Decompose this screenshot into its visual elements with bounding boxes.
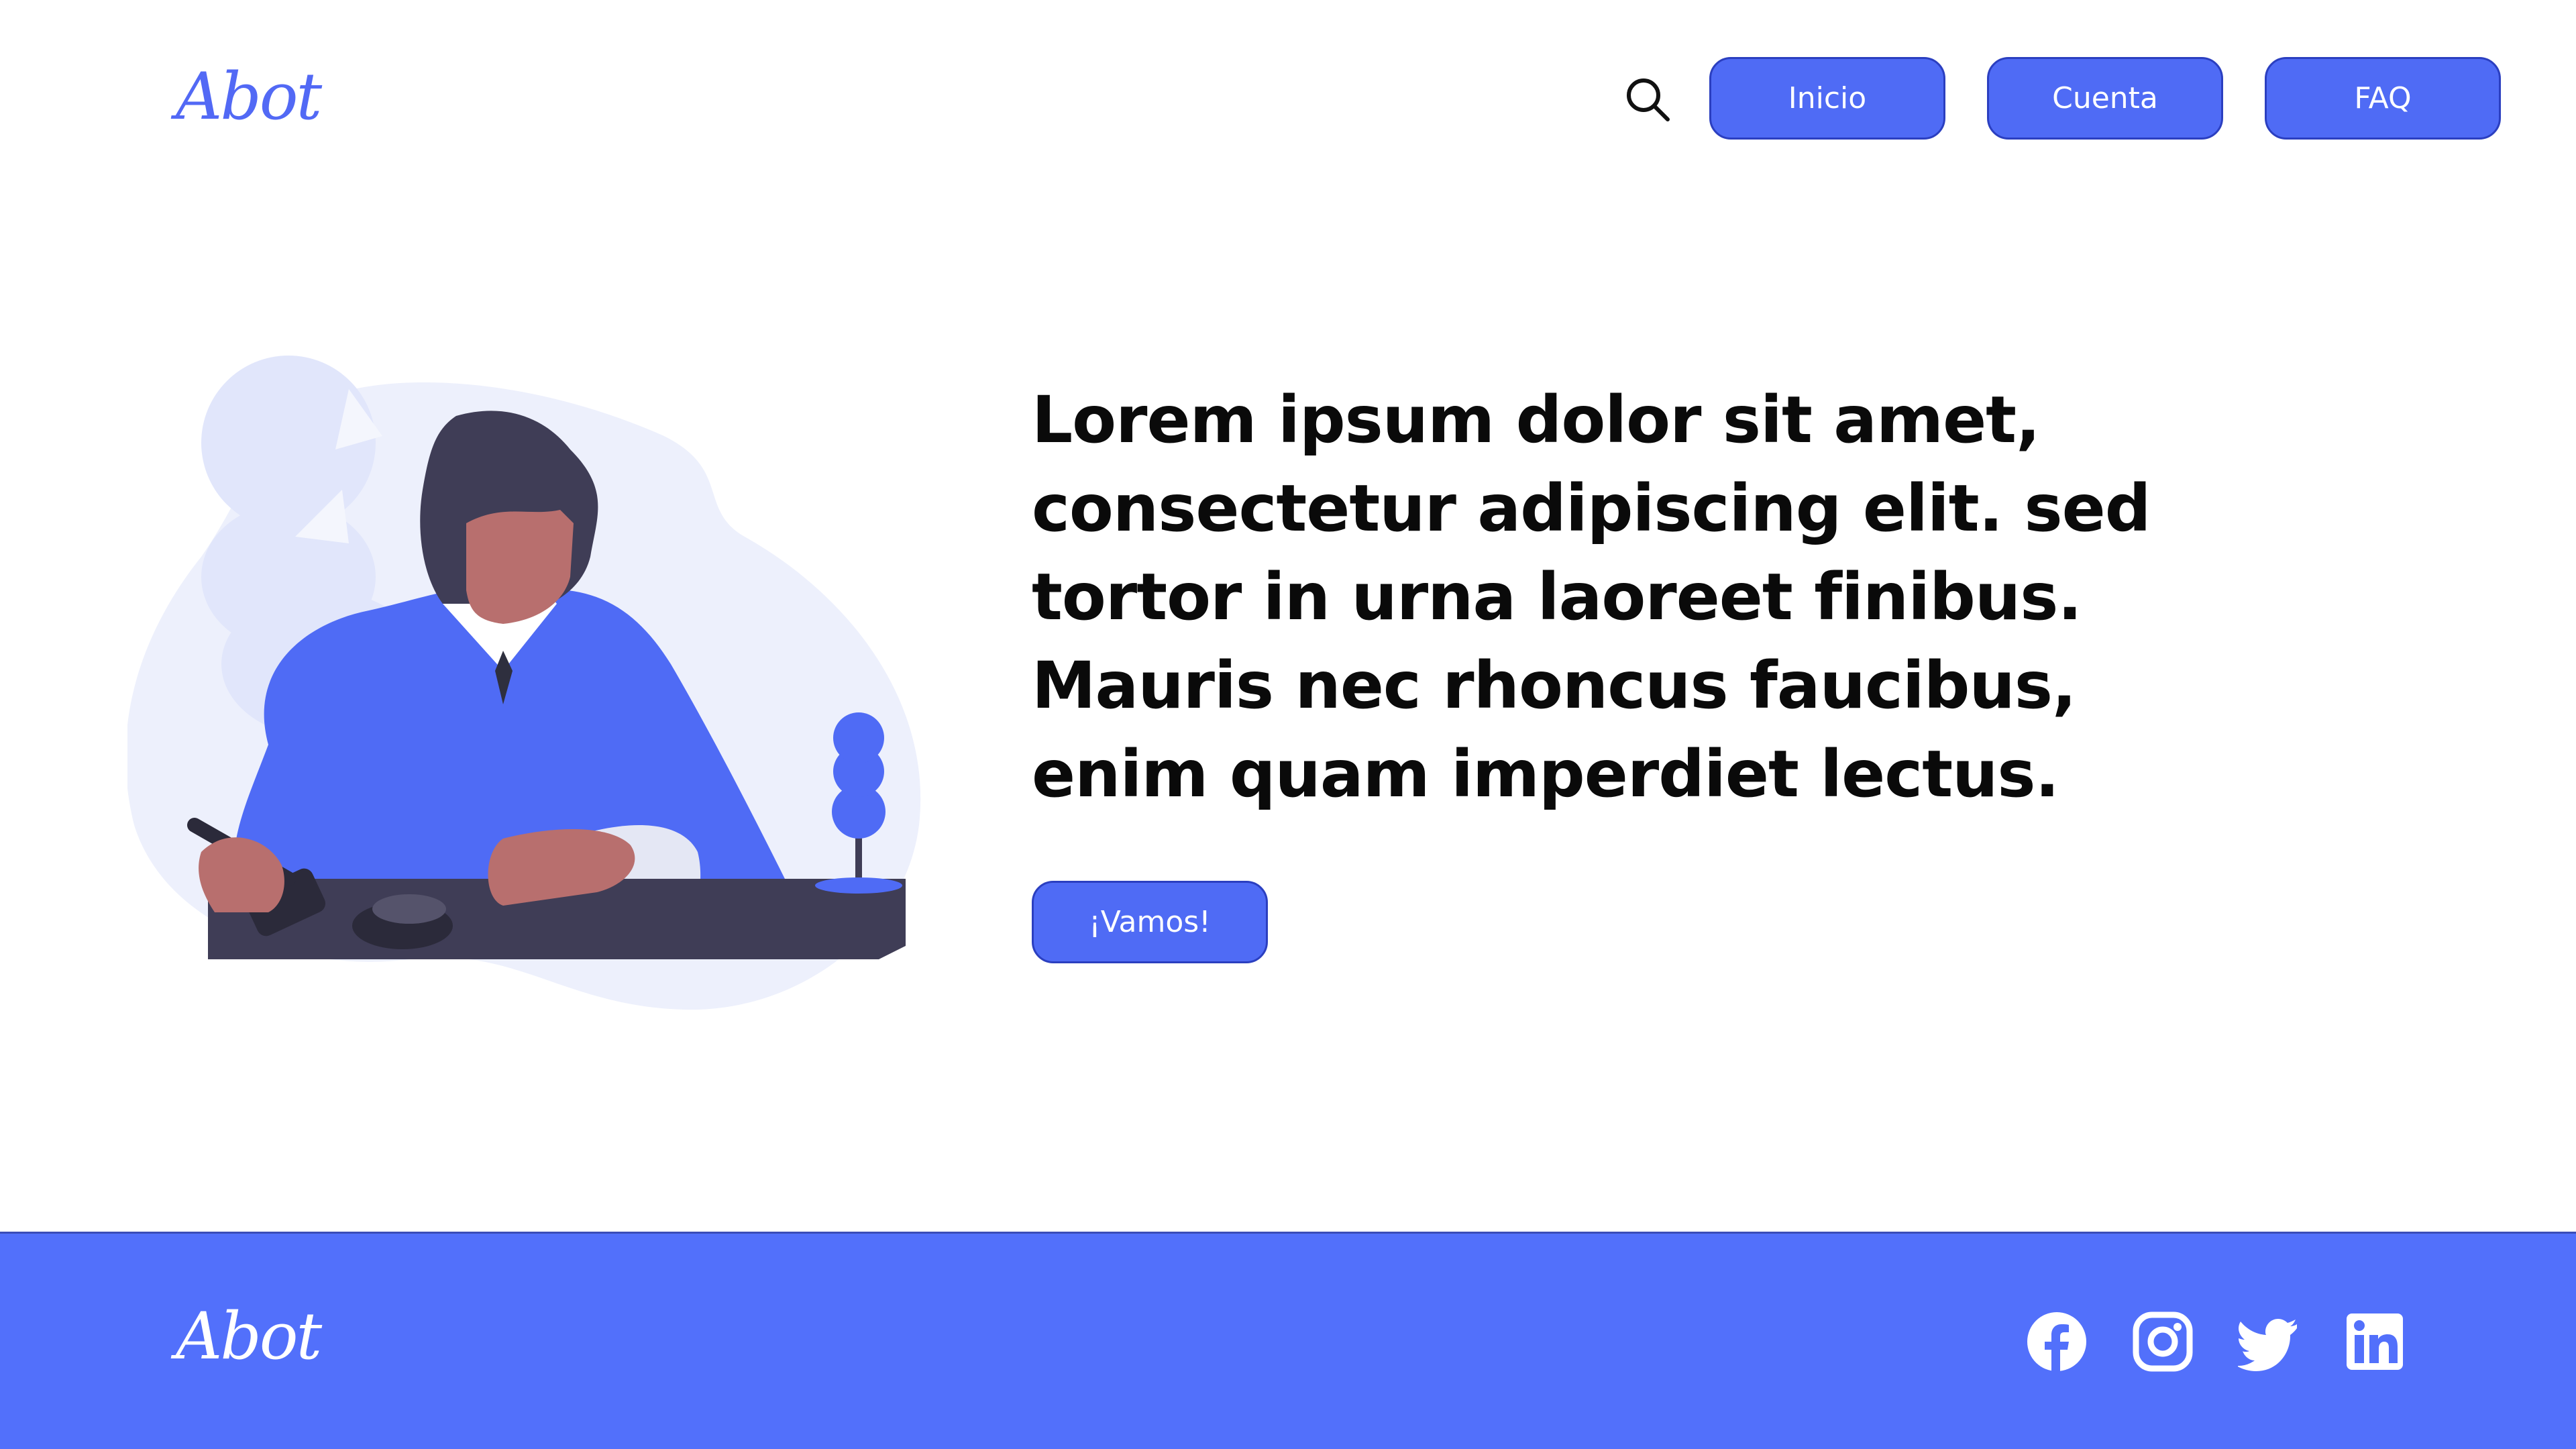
headline-line: tortor in urna laoreet finibus. [1032, 559, 2082, 635]
brand-logo[interactable]: Abot [176, 64, 322, 129]
nav-inicio-button[interactable]: Inicio [1709, 57, 1945, 140]
search-icon[interactable] [1623, 75, 1672, 123]
headline-line: consectetur adipiscing elit. sed [1032, 471, 2151, 546]
linkedin-icon[interactable] [2344, 1311, 2406, 1373]
facebook-icon[interactable] [2026, 1311, 2088, 1373]
hero-headline: Lorem ipsum dolor sit amet, consectetur … [1032, 376, 2172, 818]
twitter-icon[interactable] [2238, 1311, 2300, 1373]
headline-line: Mauris nec rhoncus faucibus, [1032, 648, 2076, 723]
footer-logo[interactable]: Abot [176, 1304, 322, 1368]
nav-cuenta-button[interactable]: Cuenta [1987, 57, 2223, 140]
instagram-icon[interactable] [2132, 1311, 2194, 1373]
nav-faq-button[interactable]: FAQ [2265, 57, 2501, 140]
judge-illustration [127, 356, 921, 1010]
vamos-button[interactable]: ¡Vamos! [1032, 881, 1268, 963]
headline-line: enim quam imperdiet lectus. [1032, 737, 2059, 812]
headline-line: Lorem ipsum dolor sit amet, [1032, 382, 2041, 458]
